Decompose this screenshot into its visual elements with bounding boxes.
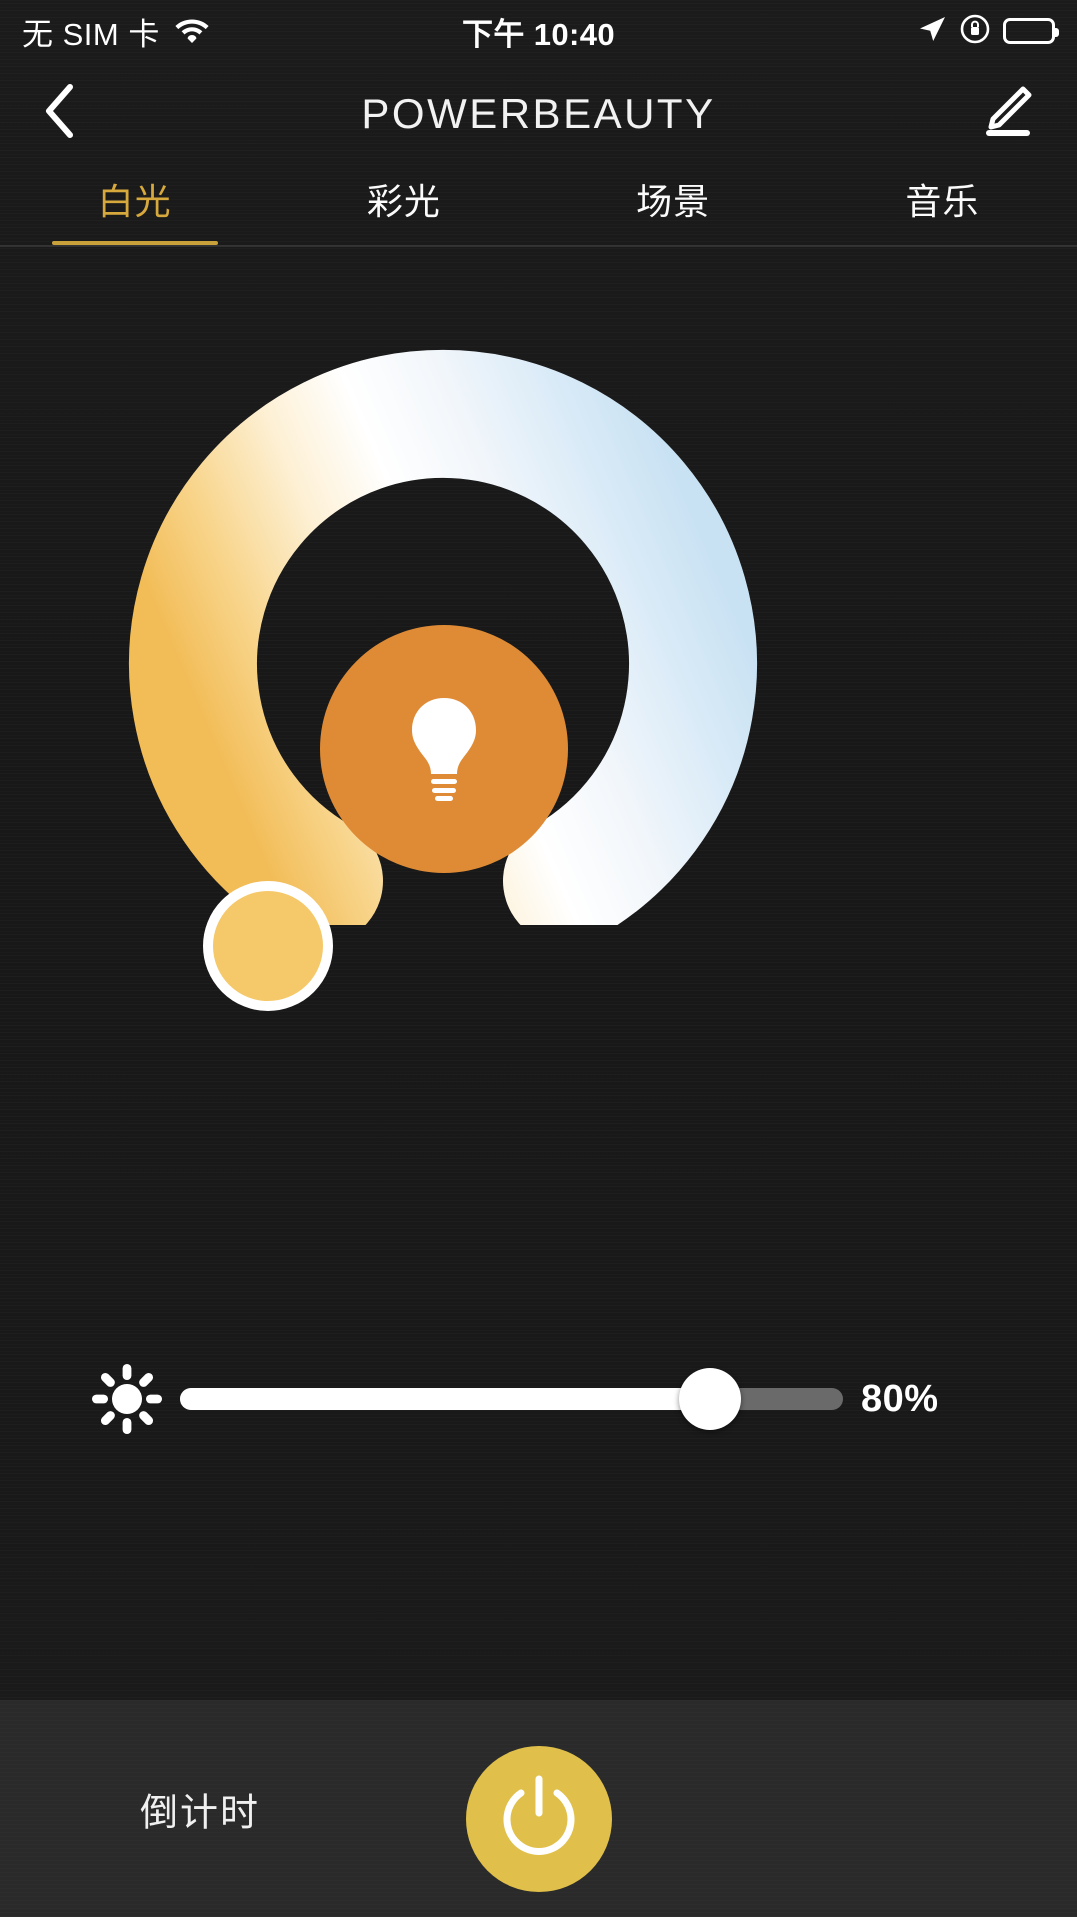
light-power-center-button[interactable] [320,625,568,873]
tab-white-light[interactable]: 白光 [0,165,269,245]
carrier-label: 无 SIM 卡 [22,16,160,52]
status-bar: 无 SIM 卡 下午 10:40 [0,0,1077,62]
battery-icon [1003,18,1059,44]
tab-color-light[interactable]: 彩光 [269,165,538,245]
color-temperature-knob[interactable] [203,881,333,1011]
brightness-row: 80% [0,1354,1077,1444]
brightness-value-label: 80% [861,1377,939,1420]
tab-label: 白光 [97,181,172,222]
slider-fill [180,1388,711,1410]
tab-label: 场景 [636,181,711,222]
status-bar-time: 下午 10:40 [461,16,616,52]
tab-scene[interactable]: 场景 [539,165,808,245]
brightness-slider[interactable] [180,1368,843,1430]
status-bar-right [725,14,1059,49]
pencil-edit-icon [979,83,1035,144]
tab-music[interactable]: 音乐 [808,165,1077,245]
back-button[interactable] [42,83,122,144]
sun-brightness-icon [88,1362,166,1436]
color-temperature-control[interactable] [123,345,763,1011]
status-bar-left: 无 SIM 卡 [22,9,352,54]
tab-label: 音乐 [905,181,980,222]
countdown-timer-button[interactable]: 倒计时 [140,1781,260,1836]
navigation-bar: POWERBEAUTY [0,62,1077,165]
power-icon [501,1775,577,1864]
power-toggle-button[interactable] [465,1746,612,1892]
tab-label: 彩光 [366,181,441,222]
light-bulb-icon [401,692,487,807]
app-screen: 无 SIM 卡 下午 10:40 POWERBEAUTY 白光 彩光 场景 音乐… [0,0,1077,1917]
location-arrow-icon [917,14,947,49]
mode-tab-bar: 白光 彩光 场景 音乐 [0,165,1077,245]
wifi-icon [174,15,210,48]
rotation-lock-icon [960,14,990,49]
page-title: POWERBEAUTY [361,89,716,137]
main-content: 80% [0,247,1077,1700]
chevron-left-icon [42,83,76,144]
edit-button[interactable] [955,83,1035,144]
slider-knob[interactable] [679,1368,742,1430]
bottom-action-bar: 倒计时 [0,1700,1077,1917]
